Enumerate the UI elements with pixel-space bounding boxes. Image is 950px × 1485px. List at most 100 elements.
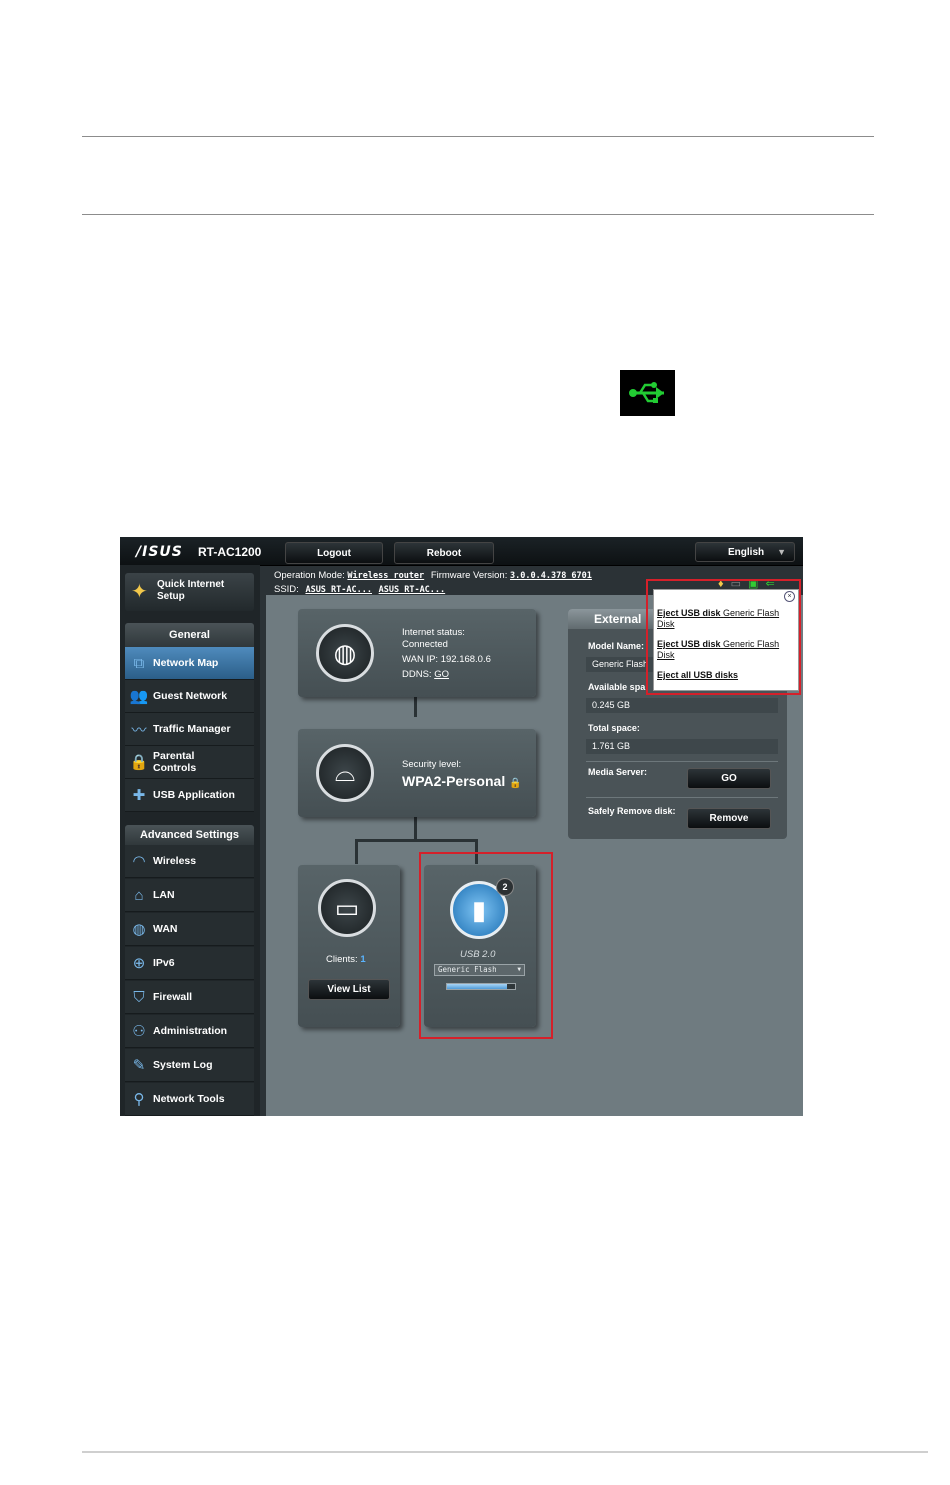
person-icon: ⚇: [132, 1023, 146, 1040]
sidebar-item-label: Traffic Manager: [153, 723, 231, 735]
internet-card[interactable]: ◍ Internet status: Connected WAN IP: 192…: [298, 609, 536, 697]
safely-remove-label: Safely Remove disk:: [588, 806, 676, 816]
sidebar-item-label: Wireless: [153, 855, 197, 867]
internet-status-value: Connected: [402, 639, 448, 650]
sidebar: ✦ Quick Internet Setup General ⧉ Network…: [120, 565, 260, 1116]
sidebar-item-traffic-manager[interactable]: 〰 Traffic Manager: [125, 713, 254, 746]
sidebar-item-label: IPv6: [153, 957, 175, 969]
asus-logo: /ISUS: [136, 544, 183, 560]
divider: [586, 761, 778, 762]
sidebar-item-usb-application[interactable]: ✚ USB Application: [125, 779, 254, 812]
security-level-value: WPA2-Personal 🔒: [402, 773, 522, 792]
quick-internet-setup-button[interactable]: ✦ Quick Internet Setup: [125, 573, 254, 611]
sidebar-item-label: Administration: [153, 1025, 228, 1037]
sidebar-item-label: System Log: [153, 1059, 213, 1071]
top-bar: /ISUS RT-AC1200 Logout Reboot English ▼: [120, 537, 803, 566]
ddns-go-link[interactable]: GO: [434, 669, 449, 680]
media-server-label: Media Server:: [588, 767, 648, 777]
globe-icon: ◍: [132, 921, 146, 938]
view-list-button[interactable]: View List: [308, 979, 390, 1000]
sidebar-item-wireless[interactable]: ◠ Wireless: [125, 845, 254, 878]
divider: [586, 797, 778, 798]
sidebar-item-label: USB Application: [153, 789, 235, 801]
available-space-value: 0.245 GB: [586, 698, 778, 713]
highlight-box-usb-card: [419, 852, 553, 1039]
header-rule-bottom: [82, 214, 874, 215]
total-space-label: Total space:: [588, 723, 640, 733]
security-level-label: Security level:: [402, 759, 462, 770]
ssid-line: SSID: ASUS_RT-AC... ASUS_RT-AC...: [274, 584, 445, 595]
router-card[interactable]: ⌓ Security level: WPA2-Personal 🔒: [298, 729, 536, 817]
sidebar-item-network-map[interactable]: ⧉ Network Map: [125, 647, 254, 680]
monitor-icon: ▭: [318, 879, 376, 937]
general-header: General: [125, 623, 254, 647]
ddns-row: DDNS: GO: [402, 669, 491, 681]
network-map-icon: ⧉: [133, 654, 145, 672]
header-rule-top: [82, 136, 874, 137]
logout-button[interactable]: Logout: [285, 542, 383, 564]
sidebar-item-label: Network Tools: [153, 1093, 225, 1105]
operation-mode-line: Operation Mode: Wireless router Firmware…: [274, 570, 592, 581]
clients-card[interactable]: ▭ Clients: 1 View List: [298, 865, 400, 1027]
internet-status-label: Internet status:: [402, 627, 465, 638]
globe-icon: ◍: [316, 624, 374, 682]
ddns-label: DDNS:: [402, 669, 432, 680]
puzzle-icon: ✚: [132, 787, 146, 804]
clients-count[interactable]: 1: [360, 954, 365, 965]
sidebar-item-label: Parental Controls: [153, 750, 197, 774]
highlight-box-usb-tray: [646, 579, 801, 695]
ipv6-icon: ⊕: [132, 955, 146, 972]
ssid-label: SSID:: [274, 584, 299, 595]
media-server-go-button[interactable]: GO: [687, 768, 771, 789]
router-web-ui: /ISUS RT-AC1200 Logout Reboot English ▼ …: [120, 537, 803, 1116]
sidebar-item-system-log[interactable]: ✎ System Log: [125, 1049, 254, 1082]
sidebar-item-firewall[interactable]: ⛉ Firewall: [125, 981, 254, 1014]
operation-mode-label: Operation Mode:: [274, 570, 345, 581]
lock-icon: 🔒: [509, 778, 522, 789]
clients-label: Clients:: [326, 954, 358, 965]
firmware-link[interactable]: 3.0.0.4.378_6701: [510, 571, 592, 581]
guest-network-icon: 👥: [129, 688, 149, 705]
sidebar-item-label: Network Map: [153, 657, 219, 669]
available-space-label: Available spa: [588, 682, 646, 692]
lock-icon: 🔒: [129, 754, 149, 771]
advanced-settings-header: Advanced Settings: [125, 825, 254, 845]
security-value-text: WPA2-Personal: [402, 773, 506, 789]
language-select[interactable]: English ▼: [695, 542, 795, 562]
usb-icon: [620, 370, 675, 416]
sidebar-item-wan[interactable]: ◍ WAN: [125, 913, 254, 946]
internet-status: Internet status: Connected WAN IP: 192.1…: [402, 627, 491, 681]
clients-row: Clients: 1: [326, 954, 366, 966]
connector-line: [355, 839, 477, 842]
ssid-link-1[interactable]: ASUS_RT-AC...: [305, 585, 372, 595]
connector-line: [355, 839, 358, 864]
sidebar-item-parental-controls[interactable]: 🔒 Parental Controls: [125, 746, 254, 779]
magic-wand-icon: ✦: [131, 581, 148, 603]
home-icon: ⌂: [134, 886, 144, 904]
sidebar-item-label: WAN: [153, 923, 178, 935]
sidebar-item-label: Guest Network: [153, 690, 228, 702]
sidebar-item-label: LAN: [153, 889, 175, 901]
sidebar-item-administration[interactable]: ⚇ Administration: [125, 1015, 254, 1048]
sidebar-item-label: Firewall: [153, 991, 193, 1003]
quick-setup-label: Quick Internet Setup: [157, 579, 225, 602]
traffic-manager-icon: 〰: [131, 721, 147, 739]
shield-icon: ⛉: [133, 988, 145, 1006]
sidebar-item-lan[interactable]: ⌂ LAN: [125, 879, 254, 912]
tools-icon: ⚲: [133, 1091, 145, 1108]
router-icon: ⌓: [316, 744, 374, 802]
log-icon: ✎: [132, 1057, 146, 1074]
chevron-down-icon: ▼: [777, 547, 786, 557]
wan-ip: WAN IP: 192.168.0.6: [402, 654, 491, 665]
sidebar-item-guest-network[interactable]: 👥 Guest Network: [125, 680, 254, 713]
remove-disk-button[interactable]: Remove: [687, 808, 771, 829]
model-name: RT-AC1200: [198, 545, 262, 559]
sidebar-item-ipv6[interactable]: ⊕ IPv6: [125, 947, 254, 980]
ssid-link-2[interactable]: ASUS_RT-AC...: [379, 585, 446, 595]
model-name-label: Model Name:: [588, 641, 645, 651]
operation-mode-link[interactable]: Wireless router: [347, 571, 424, 581]
reboot-button[interactable]: Reboot: [394, 542, 494, 564]
firmware-label: Firmware Version:: [430, 570, 508, 581]
total-space-value: 1.761 GB: [586, 739, 778, 754]
sidebar-item-network-tools[interactable]: ⚲ Network Tools: [125, 1083, 254, 1116]
